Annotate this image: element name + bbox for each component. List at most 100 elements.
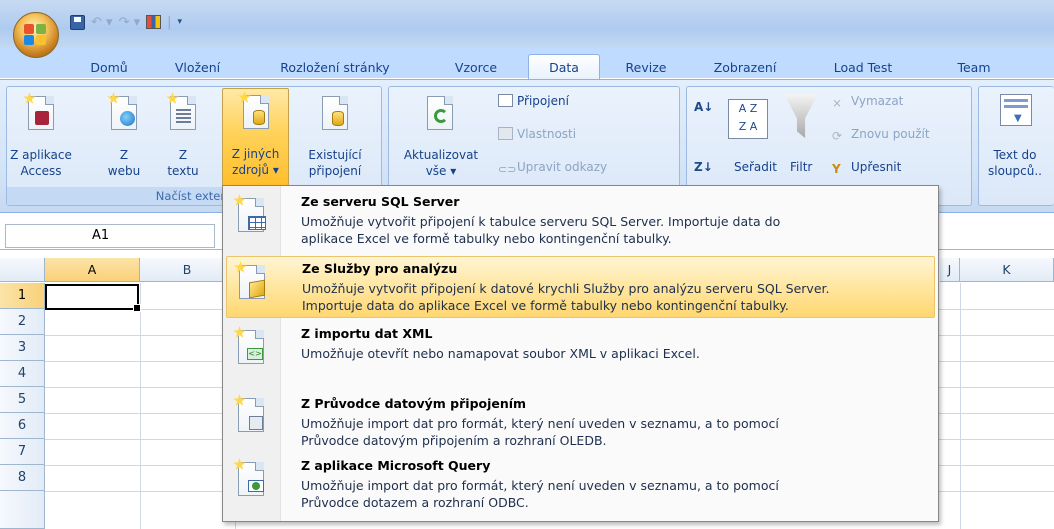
- quick-access-toolbar: ↶ ▾ ↷ ▾ | ▾: [70, 10, 182, 34]
- properties-label: Vlastnosti: [517, 127, 577, 141]
- reapply-label: Znovu použít: [851, 127, 930, 141]
- menu-desc-sql-server-1: Umožňuje vytvořit připojení k tabulce se…: [301, 214, 781, 229]
- from-text-label-2: textu: [167, 164, 199, 178]
- advanced-filter-icon: Y: [832, 162, 841, 176]
- edit-links-label: Upravit odkazy: [517, 160, 608, 174]
- advanced-label: Upřesnit: [851, 160, 902, 174]
- row-header-5[interactable]: 5: [0, 387, 45, 413]
- tab-insert[interactable]: Vložení: [166, 56, 229, 80]
- menu-item-analysis-services[interactable]: Ze Služby pro analýzu Umožňuje vytvořit …: [226, 256, 935, 318]
- row-header-6[interactable]: 6: [0, 413, 45, 439]
- microsoft-query-icon: [233, 458, 264, 496]
- menu-item-sql-server[interactable]: Ze serveru SQL Server Umožňuje vytvořit …: [226, 190, 935, 252]
- refresh-icon: [427, 96, 453, 130]
- connections-button[interactable]: Připojení: [498, 94, 569, 108]
- chart-icon[interactable]: [146, 15, 162, 29]
- refresh-all-button[interactable]: Aktualizovat vše ▾: [393, 90, 489, 186]
- edit-links-button[interactable]: ⊂⊃Upravit odkazy: [498, 160, 607, 176]
- tab-view[interactable]: Zobrazení: [706, 56, 784, 80]
- sort-label: Seřadit: [734, 160, 777, 174]
- properties-button[interactable]: Vlastnosti: [498, 127, 576, 141]
- row-header-7[interactable]: 7: [0, 439, 45, 465]
- sort-za-icon[interactable]: Z↓: [694, 160, 713, 174]
- menu-desc-analysis-services-2: Importuje data do aplikace Excel ve form…: [302, 298, 789, 313]
- row-header-9[interactable]: [0, 491, 45, 529]
- menu-item-data-connection-wizard[interactable]: Z Průvodce datovým připojením Umožňuje i…: [226, 388, 935, 454]
- menu-title-data-connection-wizard: Z Průvodce datovým připojením: [301, 396, 527, 411]
- column-header-b[interactable]: B: [140, 258, 235, 282]
- tab-page-layout[interactable]: Rozložení stránky: [276, 56, 394, 80]
- column-header-j[interactable]: J: [940, 258, 960, 282]
- row-header-1[interactable]: 1: [0, 283, 45, 309]
- from-text-button[interactable]: Z textu: [160, 90, 206, 186]
- sort-button[interactable]: Seřadit: [734, 160, 777, 174]
- row-header-4[interactable]: 4: [0, 361, 45, 387]
- row-header-2[interactable]: 2: [0, 309, 45, 335]
- clear-filter-icon: ⨯: [832, 96, 843, 110]
- analysis-services-icon: [234, 261, 265, 299]
- connections-label: Připojení: [517, 94, 569, 108]
- sort-dialog-icon[interactable]: A ZZ A: [728, 99, 768, 139]
- from-other-sources-label-1: Z jiných: [231, 147, 280, 161]
- tab-formulas[interactable]: Vzorce: [446, 56, 506, 80]
- customize-icon[interactable]: ▾: [178, 17, 183, 27]
- clear-label: Vymazat: [851, 94, 904, 108]
- text-to-columns-label-1: Text do: [993, 148, 1037, 162]
- advanced-filter-button[interactable]: Y Upřesnit: [832, 160, 902, 176]
- existing-connections-button[interactable]: Existující připojení: [299, 90, 371, 186]
- menu-desc-data-connection-wizard-2: Průvodce datovým připojením a rozhraní O…: [301, 433, 607, 448]
- menu-title-sql-server: Ze serveru SQL Server: [301, 194, 460, 209]
- reapply-button[interactable]: ⟳ Znovu použít: [832, 127, 930, 143]
- active-cell-a1[interactable]: [45, 284, 141, 312]
- from-other-sources-label-2: zdrojů ▾: [232, 163, 279, 177]
- row-header-8[interactable]: 8: [0, 465, 45, 491]
- tab-load-test[interactable]: Load Test: [827, 56, 899, 80]
- menu-title-xml-import: Z importu dat XML: [301, 326, 433, 341]
- menu-title-analysis-services: Ze Služby pro analýzu: [302, 261, 458, 276]
- sql-server-icon: [233, 194, 266, 232]
- connections-icon: [498, 94, 513, 107]
- menu-item-xml-import[interactable]: <> Z importu dat XML Umožňuje otevřít ne…: [226, 322, 935, 384]
- refresh-all-label-1: Aktualizovat: [403, 148, 479, 162]
- save-icon[interactable]: [70, 14, 85, 30]
- toolbar-separator: |: [167, 14, 172, 30]
- tab-home[interactable]: Domů: [83, 56, 135, 80]
- from-text-label-1: Z: [178, 148, 188, 162]
- undo-icon[interactable]: ↶ ▾: [91, 15, 113, 30]
- menu-desc-microsoft-query-1: Umožňuje import dat pro formát, který ne…: [301, 478, 779, 493]
- select-all-corner[interactable]: [0, 258, 45, 282]
- from-access-label-1: Z aplikace: [10, 148, 72, 162]
- grid-line: [960, 283, 961, 529]
- menu-item-microsoft-query[interactable]: Z aplikace Microsoft Query Umožňuje impo…: [226, 456, 935, 518]
- data-connection-wizard-icon: [233, 394, 264, 432]
- tab-data[interactable]: Data: [528, 54, 600, 80]
- existing-connections-label-1: Existující: [308, 148, 362, 162]
- from-web-label-2: webu: [107, 164, 141, 178]
- filter-button[interactable]: Filtr: [790, 160, 812, 174]
- office-logo-icon: [24, 24, 48, 46]
- from-web-button[interactable]: Z webu: [101, 90, 147, 186]
- text-to-columns-button[interactable]: ▼ Text do sloupců..: [980, 90, 1050, 186]
- text-to-columns-label-2: sloupců..: [988, 164, 1042, 178]
- name-box[interactable]: A1: [5, 224, 215, 248]
- existing-connection-icon: [322, 96, 348, 130]
- menu-desc-analysis-services-1: Umožňuje vytvořit připojení k datové kry…: [302, 281, 830, 296]
- from-other-sources-button[interactable]: Z jiných zdrojů ▾: [222, 88, 289, 186]
- from-web-label-1: Z: [119, 148, 129, 162]
- office-button[interactable]: [13, 12, 59, 58]
- from-other-sources-menu: Ze serveru SQL Server Umožňuje vytvořit …: [222, 185, 939, 522]
- menu-title-microsoft-query: Z aplikace Microsoft Query: [301, 458, 491, 473]
- reapply-icon: ⟳: [832, 129, 843, 143]
- from-access-button[interactable]: Z aplikace Access: [8, 90, 74, 186]
- tab-team[interactable]: Team: [951, 56, 997, 80]
- refresh-all-label-2: vše ▾: [425, 164, 457, 178]
- sort-az-icon[interactable]: A↓: [694, 100, 713, 114]
- clear-filter-button[interactable]: ⨯ Vymazat: [832, 94, 904, 110]
- column-header-k[interactable]: K: [960, 258, 1054, 282]
- redo-icon[interactable]: ↷ ▾: [119, 15, 141, 30]
- tab-review[interactable]: Revize: [618, 56, 674, 80]
- row-header-3[interactable]: 3: [0, 335, 45, 361]
- filter-label: Filtr: [790, 160, 813, 174]
- existing-connections-label-2: připojení: [308, 164, 362, 178]
- column-header-a[interactable]: A: [45, 258, 140, 282]
